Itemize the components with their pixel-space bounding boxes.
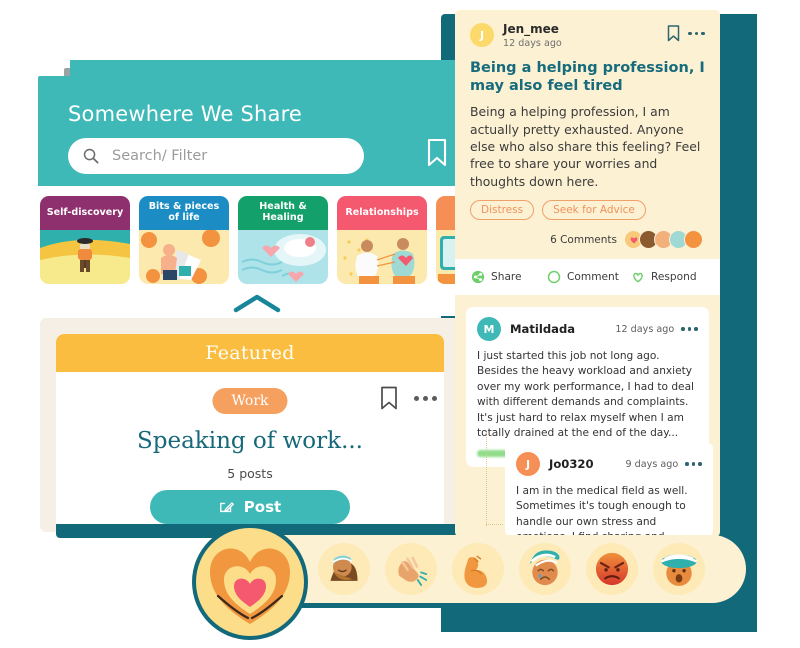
post-button[interactable]: Post bbox=[150, 490, 350, 524]
category-illustration bbox=[337, 230, 427, 284]
post-author-name[interactable]: Jen_mee bbox=[503, 22, 667, 37]
featured-post-count: 5 posts bbox=[227, 466, 273, 481]
page-title: Somewhere We Share bbox=[68, 102, 303, 126]
more-options-icon[interactable] bbox=[681, 327, 698, 331]
post-action-bar: Share Comment Respond bbox=[455, 259, 720, 296]
screenshot-stage: Somewhere We Share Search/ Filter Self-d… bbox=[0, 0, 800, 648]
heart-outline-icon bbox=[631, 270, 645, 284]
avatar: M bbox=[477, 317, 501, 342]
post-reaction-pile[interactable] bbox=[624, 230, 703, 250]
featured-title: Featured bbox=[205, 342, 295, 364]
category-label: Bits & pieces of life bbox=[139, 196, 229, 230]
comment-timestamp: 12 days ago bbox=[615, 323, 675, 335]
comment-button[interactable]: Comment bbox=[547, 270, 631, 284]
bookmark-icon[interactable] bbox=[380, 386, 398, 411]
post-body: Being a helping profession, I am actuall… bbox=[470, 104, 701, 189]
more-options-icon[interactable] bbox=[688, 31, 705, 36]
search-icon bbox=[82, 147, 100, 165]
post-button-label: Post bbox=[243, 498, 282, 516]
category-card-self-discovery[interactable]: Self-discovery bbox=[40, 196, 130, 284]
search-input[interactable]: Search/ Filter bbox=[68, 138, 364, 174]
angry-reaction[interactable] bbox=[586, 543, 638, 595]
post-tag-distress[interactable]: Distress bbox=[470, 200, 535, 221]
more-options-icon[interactable] bbox=[414, 396, 437, 401]
post-comment-count[interactable]: 6 Comments bbox=[550, 234, 617, 246]
comment-icon bbox=[547, 270, 561, 284]
facepalm-reaction[interactable] bbox=[318, 543, 370, 595]
crying-reaction[interactable] bbox=[519, 543, 571, 595]
thread-connector-line bbox=[486, 432, 487, 526]
respond-label: Respond bbox=[651, 271, 697, 284]
post-comments-row: 6 Comments bbox=[470, 230, 705, 250]
comment-author-row: J Jo0320 9 days ago bbox=[516, 452, 702, 476]
share-button[interactable]: Share bbox=[471, 270, 547, 284]
post-tag-seek-advice[interactable]: Seek for Advice bbox=[542, 200, 646, 221]
comment-author-row: M Matildada 12 days ago bbox=[477, 317, 698, 342]
featured-body: Work Speaking of work... 5 posts Post bbox=[56, 372, 444, 532]
sad-emoji bbox=[684, 230, 703, 250]
category-label: Relationships bbox=[337, 196, 427, 230]
category-card-bits-pieces[interactable]: Bits & pieces of life bbox=[139, 196, 229, 284]
comment-label: Comment bbox=[567, 271, 619, 284]
avatar: J bbox=[516, 452, 540, 476]
featured-post-title[interactable]: Speaking of work... bbox=[56, 428, 444, 454]
category-label: Health & Healing bbox=[238, 196, 328, 230]
category-strip[interactable]: Self-discovery Bits & pieces of life Hea… bbox=[40, 196, 460, 284]
bookmark-icon[interactable] bbox=[667, 25, 680, 42]
flex-reaction[interactable] bbox=[452, 543, 504, 595]
post-tags: Distress Seek for Advice bbox=[470, 200, 705, 221]
category-card-health-healing[interactable]: Health & Healing bbox=[238, 196, 328, 284]
thread-connector-elbow bbox=[486, 524, 503, 525]
post-headline: Being a helping profession, I may also f… bbox=[470, 59, 705, 95]
reaction-items bbox=[318, 543, 705, 595]
category-card-relationships[interactable]: Relationships bbox=[337, 196, 427, 284]
search-placeholder: Search/ Filter bbox=[112, 148, 208, 164]
comment-author-name[interactable]: Jo0320 bbox=[549, 457, 626, 471]
post-author-row: J Jen_mee 12 days ago bbox=[470, 22, 705, 49]
respond-button[interactable]: Respond bbox=[631, 270, 697, 284]
post-header-actions bbox=[667, 25, 705, 42]
comment-item: J Jo0320 9 days ago I am in the medical … bbox=[505, 442, 713, 537]
bookmark-icon[interactable] bbox=[426, 138, 448, 168]
post-timestamp: 12 days ago bbox=[503, 37, 562, 49]
left-phone-header: Somewhere We Share Search/ Filter bbox=[38, 76, 458, 186]
featured-card: Featured Work Speaking of work... 5 post… bbox=[56, 334, 444, 532]
more-options-icon[interactable] bbox=[685, 462, 702, 466]
featured-tag[interactable]: Work bbox=[212, 388, 288, 414]
post-card: J Jen_mee 12 days ago Being a helping pr… bbox=[455, 10, 720, 260]
category-label: Self-discovery bbox=[40, 196, 130, 230]
comment-text: I just started this job not long ago. Be… bbox=[477, 350, 695, 439]
category-illustration bbox=[139, 230, 229, 284]
chevron-up-icon[interactable] bbox=[232, 292, 282, 314]
category-illustration bbox=[238, 230, 328, 284]
category-illustration bbox=[40, 230, 130, 284]
share-label: Share bbox=[491, 271, 522, 284]
pencil-square-icon bbox=[219, 499, 235, 515]
featured-header: Featured bbox=[56, 334, 444, 372]
comment-text: I am in the medical field as well. Somet… bbox=[516, 485, 688, 537]
post-author-meta: Jen_mee 12 days ago bbox=[503, 22, 667, 49]
comment-timestamp: 9 days ago bbox=[625, 458, 679, 470]
share-icon bbox=[471, 270, 485, 284]
shocked-reaction[interactable] bbox=[653, 543, 705, 595]
heart-hands-reaction[interactable] bbox=[196, 528, 304, 636]
avatar: J bbox=[470, 23, 494, 47]
clap-reaction[interactable] bbox=[385, 543, 437, 595]
comment-author-name[interactable]: Matildada bbox=[510, 322, 615, 336]
